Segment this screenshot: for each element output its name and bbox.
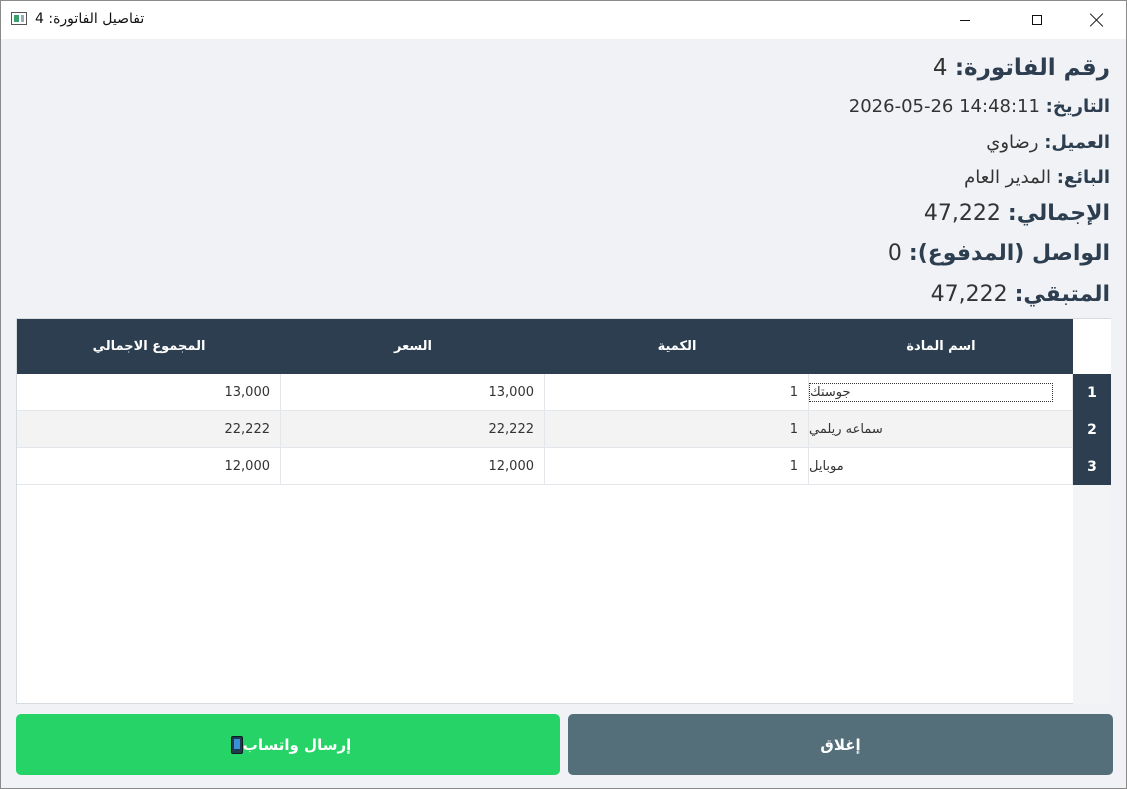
minimize-icon <box>960 19 970 21</box>
table-row[interactable]: 22,222 22,222 1 سماعه ريلمي 2 <box>17 411 1111 448</box>
mobile-phone-icon <box>230 735 243 754</box>
title-bar: تفاصيل الفاتورة: 4 <box>1 1 1126 39</box>
send-whatsapp-button[interactable]: إرسال واتساب <box>16 714 560 775</box>
table-row[interactable]: 13,000 13,000 1 جوستك 1 <box>17 374 1111 411</box>
header-price[interactable]: السعر <box>281 319 545 374</box>
minimize-button[interactable] <box>942 1 988 39</box>
table-corner[interactable] <box>1073 319 1111 374</box>
table-header: المجموع الاجمالي السعر الكمية اسم المادة <box>17 319 1073 374</box>
cell-price[interactable]: 22,222 <box>281 411 545 447</box>
cell-price[interactable]: 12,000 <box>281 448 545 484</box>
cell-item-name-text: جوستك <box>809 382 1053 402</box>
remaining-value: 47,222 <box>930 282 1008 307</box>
paid-label: الواصل (المدفوع): <box>908 241 1110 266</box>
cell-quantity[interactable]: 1 <box>545 374 809 410</box>
cell-quantity[interactable]: 1 <box>545 411 809 447</box>
window-app-icon <box>11 12 27 25</box>
invoice-number-label: رقم الفاتورة: <box>954 55 1110 81</box>
invoice-details-window: تفاصيل الفاتورة: 4 رقم الفاتورة: 4 التار… <box>0 0 1127 789</box>
total-value: 47,222 <box>923 201 1001 226</box>
cell-price[interactable]: 13,000 <box>281 374 545 410</box>
table-row[interactable]: 12,000 12,000 1 موبايل 3 <box>17 448 1111 485</box>
total-label: الإجمالي: <box>1007 201 1110 226</box>
invoice-remaining: المتبقي: 47,222 <box>931 282 1110 307</box>
maximize-icon <box>1032 15 1042 25</box>
cell-line-total[interactable]: 13,000 <box>17 374 281 410</box>
header-item-name[interactable]: اسم المادة <box>809 319 1073 374</box>
invoice-date-value: 2026-05-26 14:48:11 <box>848 96 1040 117</box>
cell-item-name[interactable]: سماعه ريلمي <box>809 411 1073 447</box>
paid-value: 0 <box>887 241 902 266</box>
seller-value: المدير العام <box>964 167 1051 188</box>
window-close-button[interactable] <box>1074 1 1120 39</box>
close-button[interactable]: إغلاق <box>568 714 1113 775</box>
maximize-button[interactable] <box>1014 1 1060 39</box>
customer-value: رضاوي <box>986 132 1039 153</box>
row-number[interactable]: 3 <box>1073 448 1111 485</box>
invoice-items-table[interactable]: المجموع الاجمالي السعر الكمية اسم المادة… <box>16 318 1111 704</box>
row-number[interactable]: 1 <box>1073 374 1111 411</box>
row-number[interactable]: 2 <box>1073 411 1111 448</box>
cell-quantity[interactable]: 1 <box>545 448 809 484</box>
remaining-label: المتبقي: <box>1014 282 1110 307</box>
invoice-date-label: التاريخ: <box>1045 96 1110 117</box>
close-icon <box>1090 13 1104 27</box>
seller-label: البائع: <box>1056 167 1110 188</box>
invoice-number: رقم الفاتورة: 4 <box>933 55 1110 81</box>
invoice-customer: العميل: رضاوي <box>986 132 1110 153</box>
customer-label: العميل: <box>1044 132 1110 153</box>
cell-item-name[interactable]: جوستك <box>809 374 1073 410</box>
invoice-total: الإجمالي: 47,222 <box>924 201 1110 226</box>
invoice-number-value: 4 <box>932 55 948 81</box>
cell-item-name[interactable]: موبايل <box>809 448 1073 484</box>
header-line-total[interactable]: المجموع الاجمالي <box>17 319 281 374</box>
invoice-date: التاريخ: 2026-05-26 14:48:11 <box>849 96 1110 117</box>
close-button-label: إغلاق <box>820 735 861 754</box>
invoice-seller: البائع: المدير العام <box>964 167 1110 188</box>
window-title: تفاصيل الفاتورة: 4 <box>35 11 145 27</box>
cell-line-total[interactable]: 22,222 <box>17 411 281 447</box>
cell-line-total[interactable]: 12,000 <box>17 448 281 484</box>
send-whatsapp-label: إرسال واتساب <box>242 735 352 754</box>
header-quantity[interactable]: الكمية <box>545 319 809 374</box>
invoice-paid: الواصل (المدفوع): 0 <box>888 241 1110 266</box>
